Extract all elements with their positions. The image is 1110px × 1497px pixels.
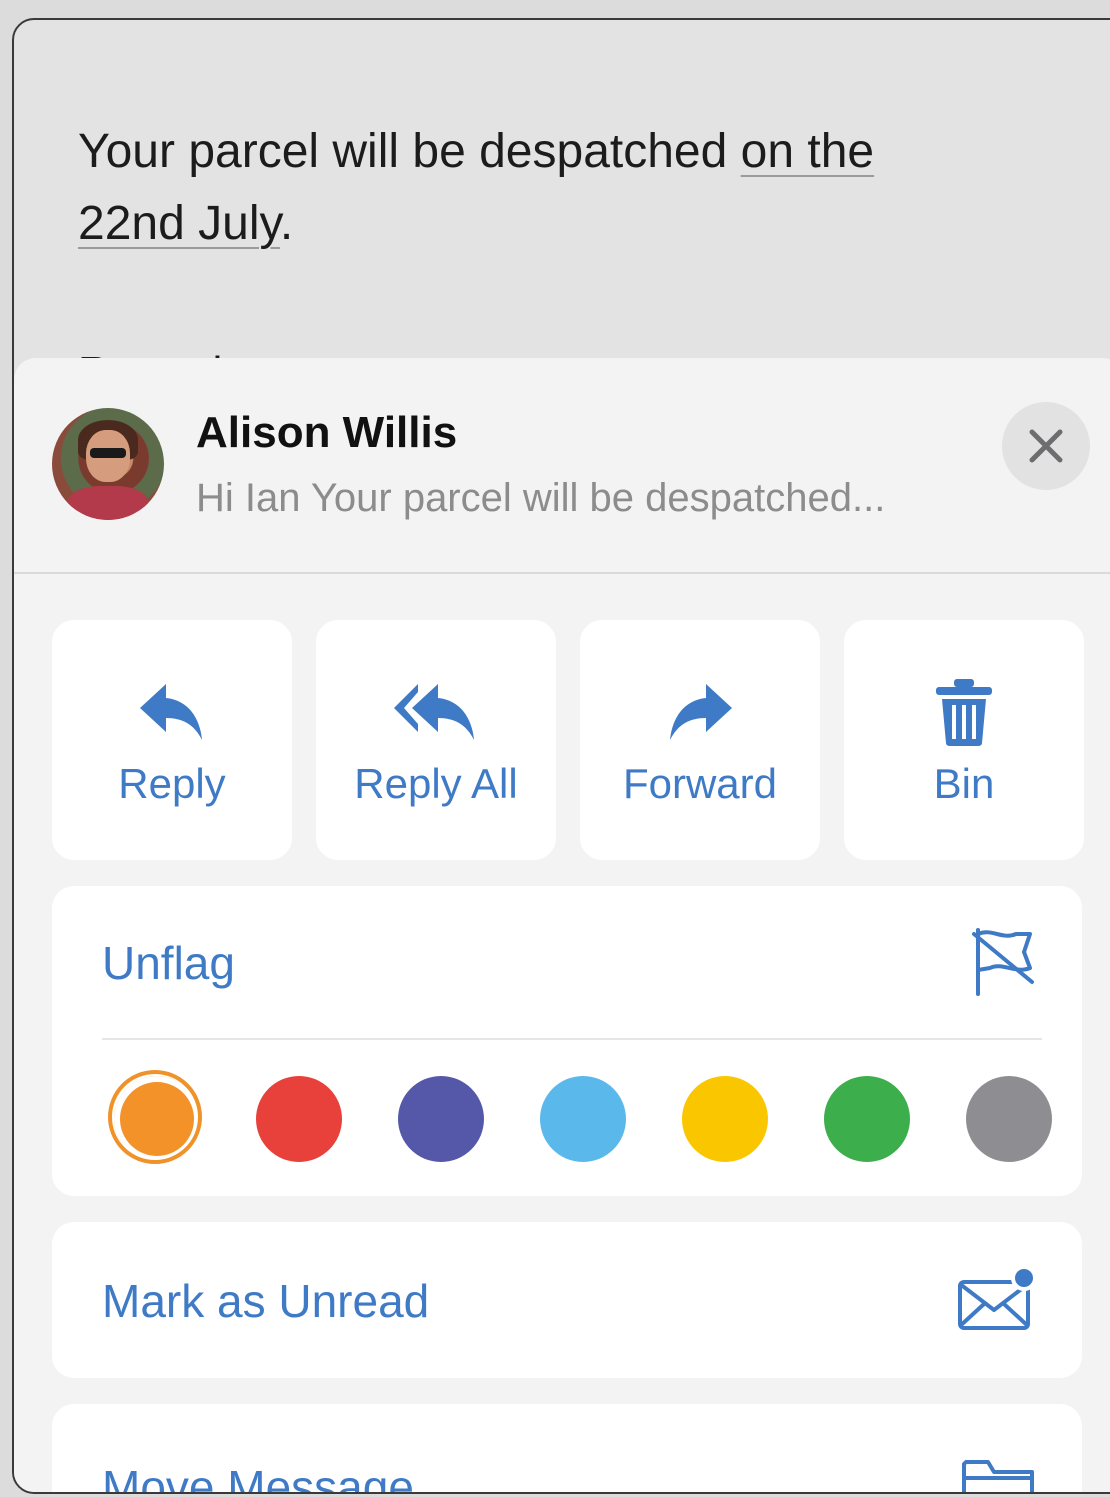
close-icon — [1029, 429, 1063, 463]
flag-color-light-blue[interactable] — [540, 1076, 626, 1162]
email-body-line1: Your parcel will be despatched — [78, 125, 741, 178]
reply-label: Reply — [118, 760, 226, 807]
unflag-icon — [972, 928, 1034, 996]
flag-color-orange[interactable] — [108, 1070, 202, 1164]
message-actions-sheet: Alison Willis Hi Ian Your parcel will be… — [14, 358, 1110, 1494]
mark-unread-label: Mark as Unread — [102, 1275, 430, 1327]
flag-color-red[interactable] — [256, 1076, 342, 1162]
message-preview: Hi Ian Your parcel will be despatched... — [196, 476, 886, 520]
forward-label: Forward — [622, 760, 778, 807]
flag-color-yellow[interactable] — [682, 1076, 768, 1162]
close-button[interactable] — [1002, 402, 1090, 490]
unread-envelope-icon — [958, 1266, 1036, 1330]
reply-icon — [140, 684, 202, 740]
date-link-part2[interactable]: 22nd July — [78, 197, 280, 250]
flag-divider — [102, 1038, 1042, 1040]
sheet-header: Alison Willis Hi Ian Your parcel will be… — [14, 358, 1110, 574]
reply-button[interactable]: Reply — [52, 620, 292, 860]
mail-window: Your parcel will be despatched on the 22… — [12, 18, 1110, 1494]
bin-label: Bin — [933, 760, 995, 807]
flag-color-grey[interactable] — [966, 1076, 1052, 1162]
quick-actions: Reply Reply All Forward Bin — [52, 620, 1084, 860]
unflag-button[interactable]: Unflag — [102, 936, 235, 990]
folder-icon — [962, 1460, 1034, 1492]
flag-color-purple[interactable] — [398, 1076, 484, 1162]
bin-icon — [936, 679, 992, 746]
mark-unread-button[interactable]: Mark as Unread — [52, 1222, 1082, 1378]
reply-all-button[interactable]: Reply All — [316, 620, 556, 860]
bin-button[interactable]: Bin — [844, 620, 1084, 860]
date-link-part1[interactable]: on the — [741, 125, 874, 178]
move-message-button[interactable]: Move Message — [52, 1404, 1082, 1494]
sender-avatar — [52, 408, 164, 520]
email-body-period: . — [279, 197, 294, 250]
flag-color-green[interactable] — [824, 1076, 910, 1162]
reply-all-icon — [394, 684, 474, 740]
email-body-text: Your parcel will be despatched on the 22… — [78, 116, 978, 260]
move-message-label: Move Message — [102, 1461, 414, 1494]
forward-button[interactable]: Forward — [580, 620, 820, 860]
sender-name: Alison Willis — [196, 408, 458, 457]
flag-card: Unflag — [52, 886, 1082, 1196]
reply-all-label: Reply All — [354, 760, 518, 807]
forward-icon — [670, 684, 732, 740]
